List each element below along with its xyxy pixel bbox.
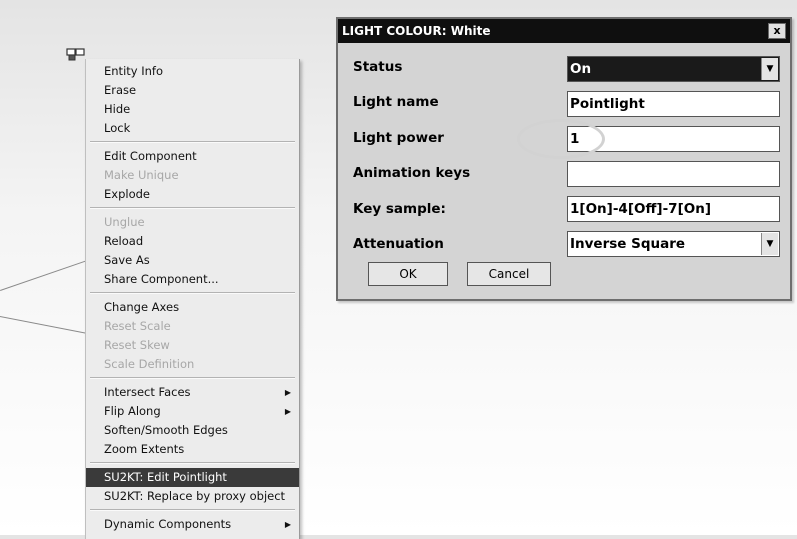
close-button[interactable]: x bbox=[768, 23, 786, 39]
menu-item-label: Lock bbox=[104, 121, 131, 135]
submenu-arrow-icon: ▶ bbox=[284, 388, 291, 397]
menu-item-label: Hide bbox=[104, 102, 131, 116]
menu-separator bbox=[90, 377, 295, 379]
submenu-arrow-icon: ▶ bbox=[284, 407, 291, 416]
light-name-label: Light name bbox=[353, 94, 439, 110]
menu-item-label: Explode bbox=[104, 187, 150, 201]
menu-separator bbox=[90, 509, 295, 511]
scene-edge-line bbox=[0, 260, 86, 291]
menu-item: Scale Definition bbox=[86, 355, 299, 374]
menu-item[interactable]: Zoom Extents bbox=[86, 440, 299, 459]
menu-item-label: Reset Skew bbox=[104, 338, 170, 352]
menu-item[interactable]: Dynamic Components ▶ bbox=[86, 515, 299, 534]
menu-item[interactable]: Erase bbox=[86, 81, 299, 100]
ok-button[interactable]: OK bbox=[368, 262, 448, 286]
menu-item-label: Unglue bbox=[104, 215, 145, 229]
menu-separator bbox=[90, 207, 295, 209]
menu-item-label: Dynamic Components bbox=[104, 517, 232, 531]
menu-item-label: Erase bbox=[104, 83, 137, 97]
menu-item[interactable]: Save As bbox=[86, 251, 299, 270]
menu-item: Unglue bbox=[86, 213, 299, 232]
menu-item-label: Reset Scale bbox=[104, 319, 171, 333]
menu-item-label: Edit Component bbox=[104, 149, 197, 163]
light-colour-dialog: LIGHT COLOUR: White x Status On ▼ Light … bbox=[336, 17, 792, 301]
animation-keys-field[interactable] bbox=[567, 161, 780, 187]
key-sample-field[interactable]: 1[On]-4[Off]-7[On] bbox=[567, 196, 780, 222]
menu-item-label: SU2KT: Replace by proxy object bbox=[104, 489, 286, 503]
menu-item[interactable]: SU2KT: Edit Pointlight bbox=[86, 468, 299, 487]
status-label: Status bbox=[353, 59, 403, 75]
menu-item[interactable]: Flip Along ▶ bbox=[86, 402, 299, 421]
highlight-ellipse bbox=[517, 119, 605, 159]
status-value: On bbox=[570, 61, 592, 77]
menu-item-label: Make Unique bbox=[104, 168, 179, 182]
menu-item[interactable]: Edit Component bbox=[86, 147, 299, 166]
menu-item-label: Change Axes bbox=[104, 300, 180, 314]
animation-keys-label: Animation keys bbox=[353, 165, 471, 181]
cancel-button[interactable]: Cancel bbox=[467, 262, 551, 286]
menu-item-label: Share Component... bbox=[104, 272, 219, 286]
menu-item-label: Scale Definition bbox=[104, 357, 195, 371]
menu-item[interactable]: Soften/Smooth Edges bbox=[86, 421, 299, 440]
key-sample-label: Key sample: bbox=[353, 201, 446, 217]
dialog-titlebar: LIGHT COLOUR: White x bbox=[338, 19, 790, 43]
menu-item[interactable]: Hide bbox=[86, 100, 299, 119]
status-select[interactable]: On ▼ bbox=[567, 56, 780, 82]
menu-item-label: Flip Along bbox=[104, 404, 161, 418]
menu-item[interactable]: Lock bbox=[86, 119, 299, 138]
menu-item: Reset Skew bbox=[86, 336, 299, 355]
submenu-arrow-icon: ▶ bbox=[284, 520, 291, 529]
menu-item[interactable]: Share Component... bbox=[86, 270, 299, 289]
dropdown-arrow-icon[interactable]: ▼ bbox=[761, 233, 778, 255]
menu-item-label: Reload bbox=[104, 234, 144, 248]
menu-item-label: Entity Info bbox=[104, 64, 163, 78]
dropdown-arrow-icon[interactable]: ▼ bbox=[761, 58, 778, 80]
menu-item-label: Save As bbox=[104, 253, 150, 267]
menu-item[interactable]: SU2KT: Replace by proxy object bbox=[86, 487, 299, 506]
light-name-field[interactable]: Pointlight bbox=[567, 91, 780, 117]
menu-item[interactable]: Entity Info bbox=[86, 62, 299, 81]
menu-separator bbox=[90, 292, 295, 294]
menu-separator bbox=[90, 462, 295, 464]
light-power-label: Light power bbox=[353, 130, 444, 146]
menu-item: Reset Scale bbox=[86, 317, 299, 336]
menu-item-label: SU2KT: Edit Pointlight bbox=[104, 470, 227, 484]
dialog-title: LIGHT COLOUR: White bbox=[342, 24, 491, 38]
menu-item[interactable]: Change Axes bbox=[86, 298, 299, 317]
menu-item[interactable]: Intersect Faces ▶ bbox=[86, 383, 299, 402]
menu-item[interactable]: Explode bbox=[86, 185, 299, 204]
menu-item-label: Intersect Faces bbox=[104, 385, 191, 399]
menu-separator bbox=[90, 141, 295, 143]
menu-item-label: Zoom Extents bbox=[104, 442, 185, 456]
attenuation-label: Attenuation bbox=[353, 236, 444, 252]
menu-item[interactable]: Reload bbox=[86, 232, 299, 251]
menu-item: Make Unique bbox=[86, 166, 299, 185]
context-menu: Entity Info Erase Hide Lock Edit Component Ma… bbox=[85, 59, 300, 539]
attenuation-select[interactable]: Inverse Square ▼ bbox=[567, 231, 780, 257]
menu-item-label: Soften/Smooth Edges bbox=[104, 423, 228, 437]
scene-edge-line bbox=[0, 316, 89, 335]
attenuation-value: Inverse Square bbox=[570, 236, 686, 252]
component-icon bbox=[66, 48, 85, 61]
